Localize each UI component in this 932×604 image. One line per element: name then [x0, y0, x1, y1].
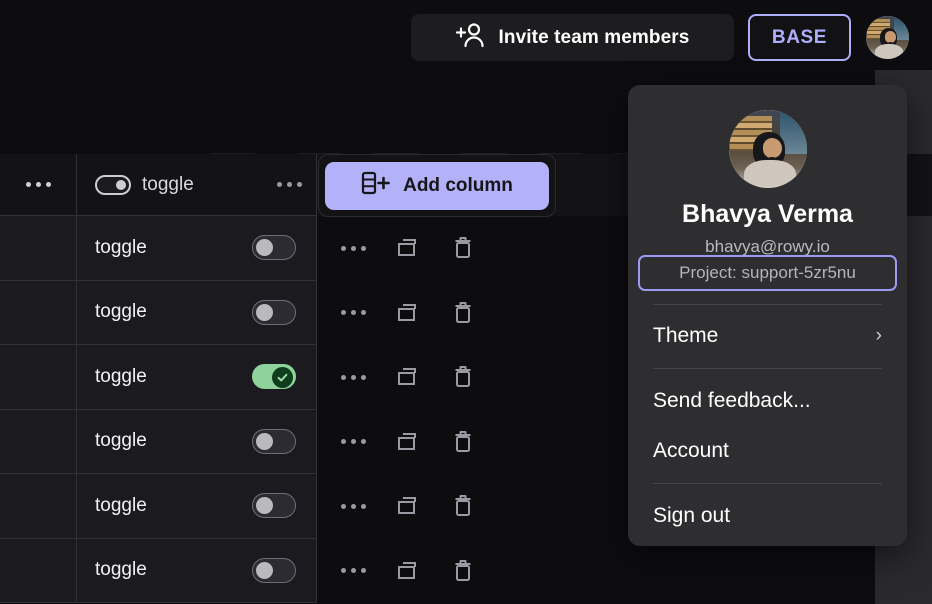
add-column-icon	[361, 170, 391, 202]
row-more-icon[interactable]	[341, 439, 366, 444]
project-id-chip[interactable]: Project: support-5zr5nu	[638, 255, 897, 291]
user-email: bhavya@rowy.io	[628, 237, 907, 257]
check-icon	[272, 367, 293, 388]
row-more-icon[interactable]	[341, 568, 366, 573]
toggle-switch[interactable]	[252, 429, 296, 454]
row-more-icon[interactable]	[341, 375, 366, 380]
person-add-icon	[456, 22, 486, 54]
duplicate-icon[interactable]	[396, 430, 422, 454]
menu-divider	[653, 304, 882, 305]
cell-label: toggle	[95, 559, 147, 581]
duplicate-icon[interactable]	[396, 365, 422, 389]
avatar-photo	[866, 16, 909, 59]
trash-icon[interactable]	[452, 493, 474, 519]
cell-toggle[interactable]: toggle	[77, 410, 317, 475]
cell-label: toggle	[95, 301, 147, 323]
row-actions	[317, 216, 474, 281]
duplicate-icon[interactable]	[396, 236, 422, 260]
row-actions	[317, 539, 474, 604]
cell-toggle[interactable]: toggle	[77, 281, 317, 346]
menu-item-label: Sign out	[653, 504, 730, 528]
cell-label: toggle	[95, 366, 147, 388]
column-header-toggle[interactable]: toggle	[77, 154, 317, 216]
cell-toggle[interactable]: toggle	[77, 216, 317, 281]
menu-item-send-feedback[interactable]: Send feedback...	[628, 381, 907, 421]
cell-label: toggle	[95, 430, 147, 452]
row-select-cell[interactable]	[0, 539, 77, 604]
invite-team-members-button[interactable]: Invite team members	[411, 14, 734, 61]
column-header-label: toggle	[142, 174, 266, 196]
more-options-icon	[26, 182, 51, 187]
row-actions	[317, 410, 474, 475]
cell-label: toggle	[95, 495, 147, 517]
cell-toggle[interactable]: toggle	[77, 539, 317, 604]
menu-divider	[653, 368, 882, 369]
toggle-switch[interactable]	[252, 300, 296, 325]
menu-item-account[interactable]: Account	[628, 431, 907, 471]
row-select-cell[interactable]	[0, 345, 77, 410]
cell-label: toggle	[95, 237, 147, 259]
trash-icon[interactable]	[452, 558, 474, 584]
chevron-right-icon: ›	[876, 325, 882, 347]
avatar[interactable]	[866, 16, 909, 59]
trash-icon[interactable]	[452, 300, 474, 326]
row-more-icon[interactable]	[341, 504, 366, 509]
base-button[interactable]: BASE	[748, 14, 851, 61]
toggle-switch[interactable]	[252, 493, 296, 518]
toggle-switch[interactable]	[252, 558, 296, 583]
duplicate-icon[interactable]	[396, 301, 422, 325]
duplicate-icon[interactable]	[396, 559, 422, 583]
row-more-icon[interactable]	[341, 310, 366, 315]
user-menu-popover: Bhavya Verma bhavya@rowy.io Project: sup…	[628, 85, 907, 546]
row-actions	[317, 345, 474, 410]
trash-icon[interactable]	[452, 364, 474, 390]
row-select-cell[interactable]	[0, 410, 77, 475]
row-select-cell[interactable]	[0, 216, 77, 281]
column-menu-icon[interactable]	[277, 182, 302, 187]
row-more-icon[interactable]	[341, 246, 366, 251]
table-row[interactable]: toggle	[0, 539, 932, 604]
menu-item-label: Account	[653, 439, 729, 463]
user-name: Bhavya Verma	[628, 200, 907, 229]
menu-divider	[653, 483, 882, 484]
row-actions	[317, 474, 474, 539]
row-actions	[317, 281, 474, 346]
menu-item-sign-out[interactable]: Sign out	[628, 496, 907, 536]
row-select-cell[interactable]	[0, 474, 77, 539]
cell-toggle[interactable]: toggle	[77, 345, 317, 410]
duplicate-icon[interactable]	[396, 494, 422, 518]
app-root: Invite team members BASE	[0, 0, 932, 604]
header-row-menu[interactable]	[0, 154, 77, 216]
cell-toggle[interactable]: toggle	[77, 474, 317, 539]
invite-button-label: Invite team members	[499, 27, 690, 49]
add-column-button[interactable]: Add column	[325, 162, 549, 210]
menu-item-theme[interactable]: Theme ›	[628, 316, 907, 356]
add-column-label: Add column	[403, 175, 513, 197]
top-bar: Invite team members BASE	[0, 0, 932, 70]
toggle-switch[interactable]	[252, 364, 296, 389]
toggle-switch[interactable]	[252, 235, 296, 260]
menu-avatar	[729, 110, 807, 188]
trash-icon[interactable]	[452, 429, 474, 455]
menu-item-label: Send feedback...	[653, 389, 811, 413]
menu-item-label: Theme	[653, 324, 718, 348]
trash-icon[interactable]	[452, 235, 474, 261]
menu-avatar-photo	[729, 110, 807, 188]
row-select-cell[interactable]	[0, 281, 77, 346]
toggle-switch-icon	[95, 175, 131, 195]
